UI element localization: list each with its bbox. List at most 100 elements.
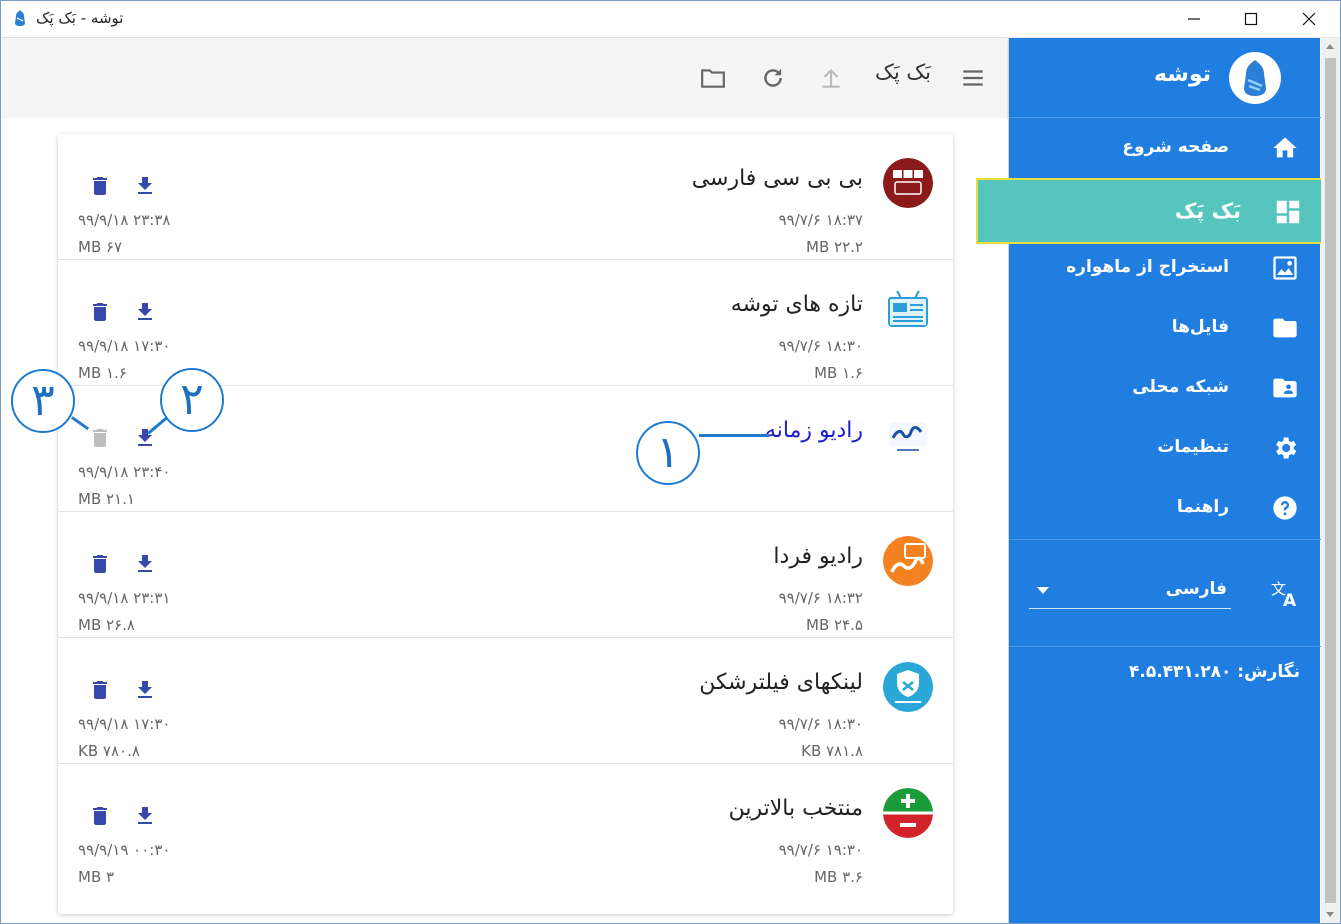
download-icon bbox=[133, 807, 157, 832]
sidebar-divider bbox=[1009, 539, 1321, 540]
language-value: فارسی bbox=[1165, 579, 1227, 599]
folder-icon[interactable] bbox=[699, 62, 727, 94]
shared-folder-icon bbox=[1271, 374, 1299, 402]
window-title: توشه - بَک پَک bbox=[36, 9, 124, 27]
trash-icon bbox=[88, 681, 112, 706]
callout-2: ۲ bbox=[160, 368, 224, 432]
backpack-list: بی بی سی فارسی ۹۹/۷/۶ ۱۸:۳۷ MB ۲۲.۲ ۹۹/۹/۱۸… bbox=[58, 134, 953, 914]
sidebar-item-home[interactable]: صفحه شروع bbox=[1009, 118, 1321, 178]
sidebar-item-satellite[interactable]: استخراج از ماهواره bbox=[1009, 238, 1321, 298]
item-received-size: KB ۷۸۱.۸ bbox=[801, 742, 863, 760]
list-item[interactable]: بی بی سی فارسی ۹۹/۷/۶ ۱۸:۳۷ MB ۲۲.۲ ۹۹/۹/۱۸… bbox=[58, 134, 953, 260]
delete-button[interactable] bbox=[88, 300, 112, 324]
scroll-down-arrow[interactable] bbox=[1326, 912, 1334, 917]
callout-1-line bbox=[699, 434, 769, 437]
delete-button bbox=[88, 426, 112, 450]
list-item[interactable]: منتخب بالاترین ۹۹/۷/۶ ۱۹:۳۰ MB ۳.۶ ۹۹/۹/۱۹ … bbox=[58, 764, 953, 890]
item-updated-size: MB ۲۶.۸ bbox=[78, 616, 135, 634]
sidebar-item-help[interactable]: راهنما bbox=[1009, 478, 1321, 538]
item-updated-size: KB ۷۸۰.۸ bbox=[78, 742, 140, 760]
menu-icon[interactable] bbox=[959, 62, 987, 94]
sidebar-item-files[interactable]: فایل‌ها bbox=[1009, 298, 1321, 358]
home-icon bbox=[1271, 134, 1299, 162]
trash-icon bbox=[88, 177, 112, 202]
translate-icon: 文 A bbox=[1270, 578, 1300, 611]
callout-3: ۳ bbox=[11, 369, 75, 433]
sidebar-item-label: استخراج از ماهواره bbox=[1066, 257, 1229, 277]
sidebar-item-backpack[interactable]: بَک پَک bbox=[976, 178, 1327, 244]
sidebar-item-label: صفحه شروع bbox=[1122, 137, 1229, 157]
toosheh-news-logo bbox=[883, 284, 933, 334]
dashboard-icon bbox=[1273, 197, 1303, 227]
trash-icon bbox=[88, 807, 112, 832]
toolbar: بَک پَک bbox=[1, 38, 1007, 118]
sidebar-item-settings[interactable]: تنظیمات bbox=[1009, 418, 1321, 478]
item-received-date: ۹۹/۷/۶ ۱۹:۳۰ bbox=[778, 841, 863, 859]
delete-button[interactable] bbox=[88, 678, 112, 702]
download-icon bbox=[133, 429, 157, 454]
delete-button[interactable] bbox=[88, 804, 112, 828]
chevron-down-icon bbox=[1037, 587, 1049, 594]
download-button[interactable] bbox=[133, 300, 157, 324]
item-received-date: ۹۹/۷/۶ ۱۸:۳۷ bbox=[778, 211, 863, 229]
item-updated-date: ۹۹/۹/۱۸ ۲۳:۳۱ bbox=[78, 589, 171, 607]
folder-icon bbox=[1271, 314, 1299, 342]
trash-icon bbox=[88, 303, 112, 328]
refresh-icon[interactable] bbox=[759, 62, 787, 94]
item-received-size: MB ۱.۶ bbox=[814, 364, 863, 382]
sidebar-item-local-network[interactable]: شبکه محلی bbox=[1009, 358, 1321, 418]
app-name: توشه bbox=[1153, 62, 1211, 87]
list-item[interactable]: رادیو فردا ۹۹/۷/۶ ۱۸:۳۲ MB ۲۴.۵ ۹۹/۹/۱۸ ۲۳:… bbox=[58, 512, 953, 638]
sidebar-divider bbox=[1009, 646, 1321, 647]
scroll-thumb[interactable] bbox=[1325, 58, 1336, 903]
delete-button[interactable] bbox=[88, 174, 112, 198]
gear-icon bbox=[1271, 434, 1299, 462]
radio-zamaneh-logo bbox=[883, 410, 933, 460]
item-received-date: ۹۹/۷/۶ ۱۸:۳۰ bbox=[778, 337, 863, 355]
item-updated-date: ۹۹/۹/۱۸ ۱۷:۳۰ bbox=[78, 337, 171, 355]
title-bar: توشه - بَک پَک bbox=[0, 0, 1341, 38]
item-updated-size: MB ۶۷ bbox=[78, 238, 123, 256]
download-button[interactable] bbox=[133, 174, 157, 198]
item-received-size: MB ۲۲.۲ bbox=[806, 238, 863, 256]
item-updated-date: ۹۹/۹/۱۸ ۲۳:۴۰ bbox=[78, 463, 171, 481]
item-name: تازه های توشه bbox=[730, 292, 863, 317]
maximize-button[interactable] bbox=[1222, 0, 1280, 38]
scrollbar[interactable] bbox=[1321, 38, 1340, 923]
minimize-button[interactable] bbox=[1165, 0, 1223, 38]
item-name: رادیو زمانه bbox=[764, 418, 863, 443]
delete-button[interactable] bbox=[88, 552, 112, 576]
sidebar-item-label: راهنما bbox=[1176, 497, 1229, 517]
item-received-date: ۹۹/۷/۶ ۱۸:۳۲ bbox=[778, 589, 863, 607]
download-icon bbox=[133, 555, 157, 580]
item-updated-date: ۹۹/۹/۱۸ ۲۳:۳۸ bbox=[78, 211, 171, 229]
balatarin-logo bbox=[883, 788, 933, 838]
main-content: بی بی سی فارسی ۹۹/۷/۶ ۱۸:۳۷ MB ۲۲.۲ ۹۹/۹/۱۸… bbox=[1, 118, 1007, 923]
download-button[interactable] bbox=[133, 678, 157, 702]
item-received-size: MB ۲۴.۵ bbox=[806, 616, 863, 634]
list-item[interactable]: لینکهای فیلترشکن ۹۹/۷/۶ ۱۸:۳۰ KB ۷۸۱.۸ ۹۹/۹… bbox=[58, 638, 953, 764]
download-icon bbox=[133, 177, 157, 202]
download-icon bbox=[133, 303, 157, 328]
filter-breaker-links-logo bbox=[883, 662, 933, 712]
close-button[interactable] bbox=[1280, 0, 1338, 38]
item-updated-size: MB ۳ bbox=[78, 868, 115, 886]
item-updated-size: MB ۱.۶ bbox=[78, 364, 127, 382]
bbc-persian-logo bbox=[883, 158, 933, 208]
sidebar-item-label: تنظیمات bbox=[1157, 437, 1229, 457]
item-name: بی بی سی فارسی bbox=[691, 166, 863, 191]
satellite-image-icon bbox=[1271, 254, 1299, 282]
upload-icon[interactable] bbox=[817, 62, 845, 94]
sidebar-item-label: فایل‌ها bbox=[1171, 317, 1229, 337]
help-icon bbox=[1271, 494, 1299, 522]
sidebar-item-label: شبکه محلی bbox=[1132, 377, 1229, 397]
item-name: منتخب بالاترین bbox=[728, 796, 863, 821]
language-select[interactable]: فارسی bbox=[1029, 573, 1231, 609]
item-updated-date: ۹۹/۹/۱۹ ۰۰:۳۰ bbox=[78, 841, 171, 859]
download-button[interactable] bbox=[133, 804, 157, 828]
download-button[interactable] bbox=[133, 552, 157, 576]
download-icon bbox=[133, 681, 157, 706]
item-received-date: ۹۹/۷/۶ ۱۸:۳۰ bbox=[778, 715, 863, 733]
trash-icon bbox=[88, 555, 112, 580]
scroll-up-arrow[interactable] bbox=[1326, 44, 1334, 49]
